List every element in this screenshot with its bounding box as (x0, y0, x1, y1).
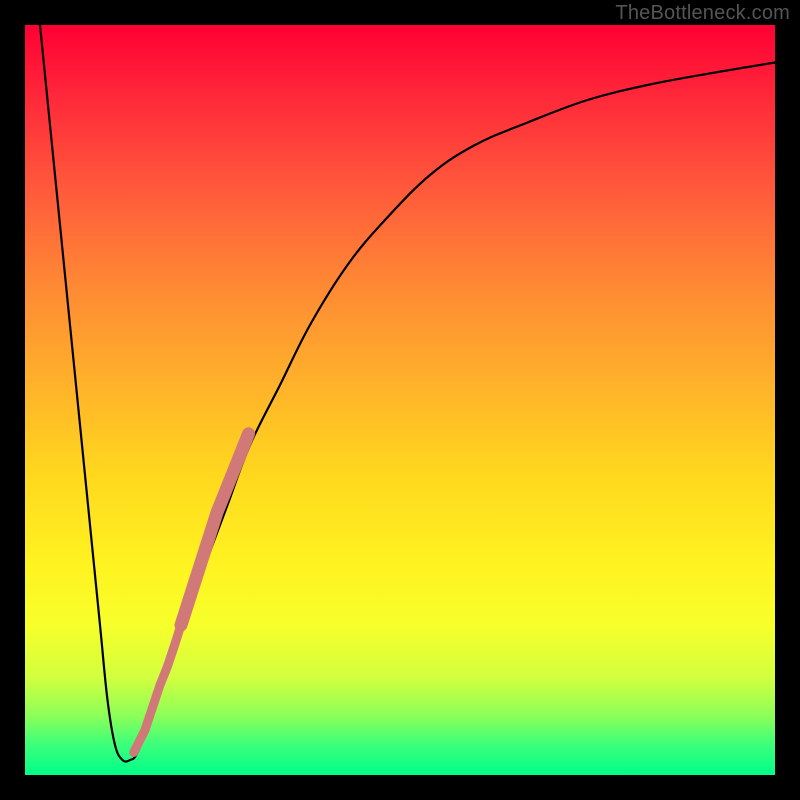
sample-dot (142, 727, 149, 734)
watermark-text: TheBottleneck.com (615, 2, 790, 25)
sample-dot (156, 681, 164, 689)
chart-svg (25, 25, 775, 775)
sample-points-group (130, 434, 248, 756)
plot-area (25, 25, 775, 775)
sample-dot (130, 749, 137, 756)
chart-frame: TheBottleneck.com (0, 0, 800, 800)
bottleneck-curve (40, 25, 775, 762)
sample-dot (149, 704, 156, 711)
sample-stroke-thick (181, 434, 249, 625)
